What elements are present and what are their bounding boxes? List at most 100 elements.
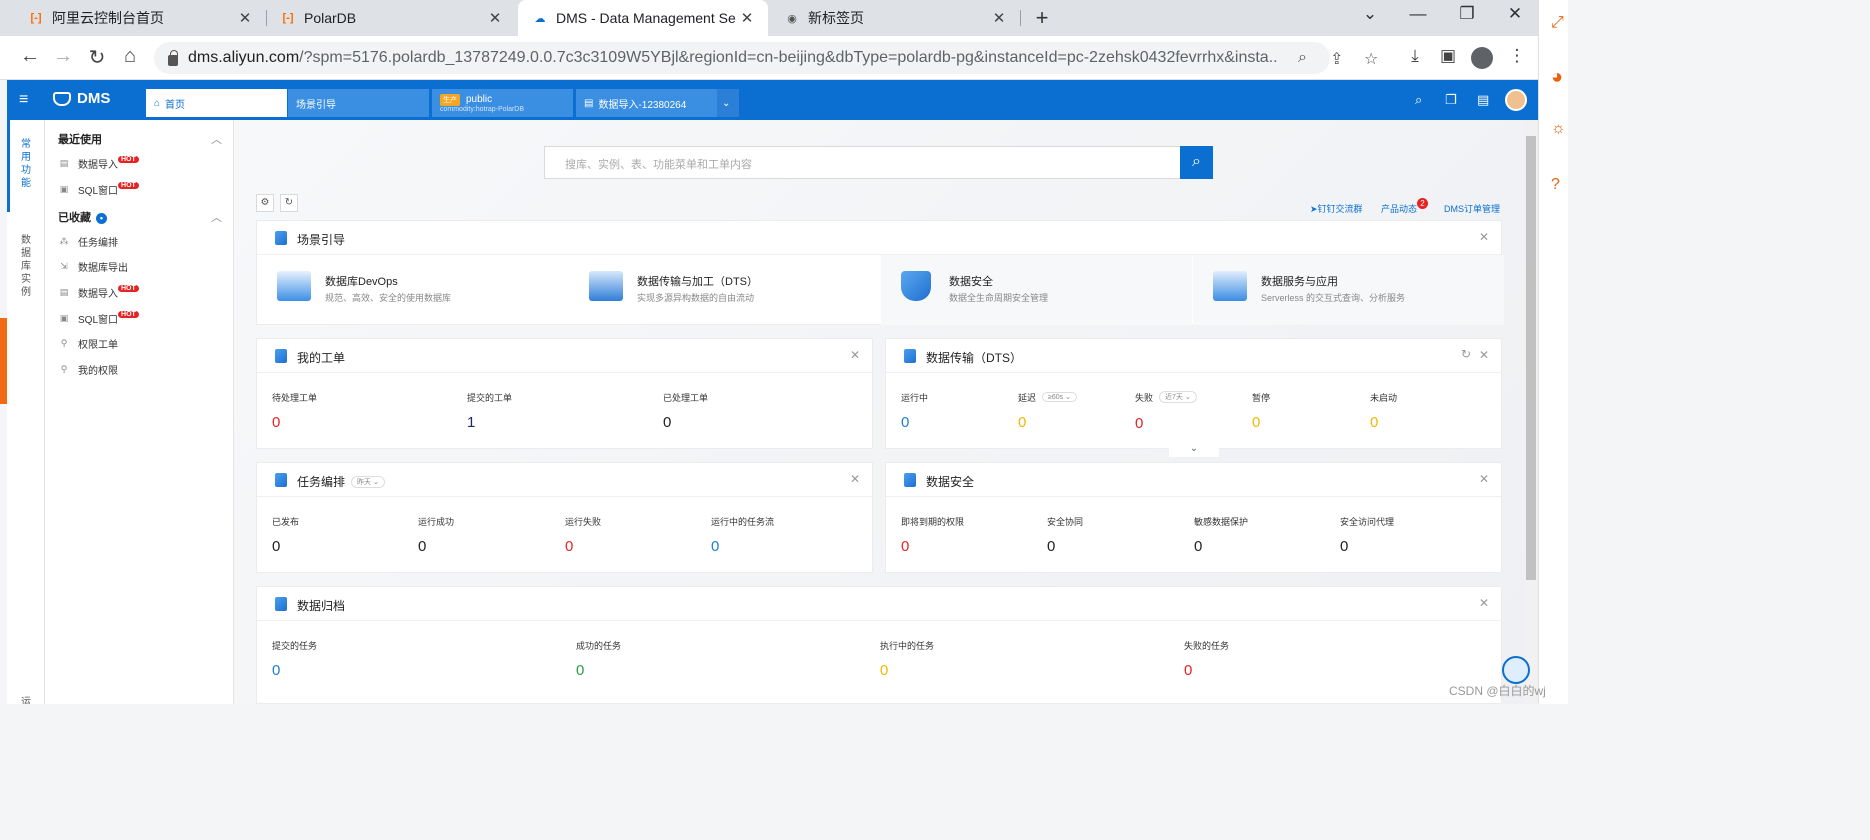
close-icon[interactable]: ✕ xyxy=(1479,596,1489,610)
stat-dts-not-started[interactable]: 未启动 0 xyxy=(1370,391,1397,431)
bookmark-star-icon[interactable]: ☆ xyxy=(1364,49,1378,69)
dms-orders-link[interactable]: DMS订单管理 xyxy=(1444,202,1500,215)
stat-running-tasks[interactable]: 执行中的任务 0 xyxy=(880,639,934,679)
stat-secure-proxy[interactable]: 安全访问代理 0 xyxy=(1340,515,1394,555)
refresh-icon[interactable]: ↻ xyxy=(1461,347,1471,361)
chevron-up-icon[interactable]: ︿ xyxy=(211,131,222,147)
stat-expiring-permissions[interactable]: 即将到期的权限 0 xyxy=(901,515,964,555)
side-panel-icon[interactable]: ▣ xyxy=(1437,46,1459,66)
stat-run-success[interactable]: 运行成功 0 xyxy=(418,515,454,555)
home-icon[interactable]: ⌂ xyxy=(118,45,142,68)
close-icon[interactable]: ✕ xyxy=(850,472,860,486)
tab-scenario[interactable]: 场景引导 xyxy=(288,89,429,117)
sun-icon[interactable]: ☼ xyxy=(1551,120,1566,138)
stat-sensitive-data[interactable]: 敏感数据保护 0 xyxy=(1194,515,1248,555)
profile-icon[interactable] xyxy=(1471,47,1493,69)
product-news-link[interactable]: 产品动态2 xyxy=(1381,198,1429,215)
stat-submitted-orders[interactable]: 提交的工单 1 xyxy=(467,391,512,431)
global-search-input[interactable]: 搜库、实例、表、功能菜单和工单内容 xyxy=(544,146,1180,179)
browser-tab-aliyun[interactable]: [-] 阿里云控制台首页 ✕ xyxy=(14,0,266,36)
stat-dts-delay[interactable]: 延迟 ≥60s ⌄ 0 xyxy=(1018,391,1077,431)
window-close-icon[interactable]: ✕ xyxy=(1503,4,1527,24)
period-select[interactable]: 近7天 ⌄ xyxy=(1159,391,1197,403)
stat-published[interactable]: 已发布 0 xyxy=(272,515,299,555)
menu-item-db-export[interactable]: ⇲ 数据库导出 xyxy=(58,259,128,274)
stat-dts-running[interactable]: 运行中 0 xyxy=(901,391,928,431)
close-icon[interactable]: ✕ xyxy=(736,9,758,27)
browser-tab-newtab[interactable]: ◉ 新标签页 ✕ xyxy=(770,0,1020,36)
refresh-button[interactable]: ↻ xyxy=(280,194,298,212)
scrollbar-thumb[interactable] xyxy=(1526,136,1536,580)
dms-logo[interactable]: DMS xyxy=(53,90,110,107)
collapse-handle[interactable] xyxy=(0,318,7,404)
stat-pending-orders[interactable]: 待处理工单 0 xyxy=(272,391,317,431)
scenario-devops[interactable]: 数据库DevOps 规范、高效、安全的使用数据库 xyxy=(257,255,568,325)
menu-item-sql-window[interactable]: ▣ SQL窗口 HOT xyxy=(58,311,139,326)
stat-security-collab[interactable]: 安全协同 0 xyxy=(1047,515,1083,555)
dingding-group-link[interactable]: ➤钉钉交流群 xyxy=(1310,202,1363,215)
stat-submitted-tasks[interactable]: 提交的任务 0 xyxy=(272,639,317,679)
stat-running-flows[interactable]: 运行中的任务流 0 xyxy=(711,515,774,555)
rail-item-ops[interactable]: 运 xyxy=(21,696,31,704)
close-icon[interactable]: ✕ xyxy=(1479,348,1489,362)
rail-item-common[interactable]: 常用功能 xyxy=(21,138,31,190)
reload-icon[interactable]: ↻ xyxy=(85,45,109,70)
close-icon[interactable]: ✕ xyxy=(1479,230,1489,244)
share-icon[interactable]: ⇪ xyxy=(1330,49,1343,69)
restore-icon[interactable]: ❐ xyxy=(1455,4,1479,24)
scenario-title: 数据安全 xyxy=(949,276,993,288)
expand-icon[interactable]: ⤢ xyxy=(1551,14,1564,32)
forward-icon[interactable]: → xyxy=(51,45,75,68)
address-bar[interactable]: dms.aliyun.com/?spm=5176.polardb_1378724… xyxy=(154,42,1378,74)
tab-dropdown[interactable]: ⌄ xyxy=(717,89,739,117)
download-icon[interactable]: ⤓ xyxy=(1404,46,1426,66)
tab-home[interactable]: ⌂ 首页 xyxy=(146,89,287,117)
date-select[interactable]: 昨天 ⌄ xyxy=(351,476,385,488)
tab-public-db[interactable]: 生产 public commodity:hotrap-PolarDB xyxy=(432,89,573,117)
expand-chevron-icon[interactable]: ⌄ xyxy=(1169,443,1219,457)
rail-item-instances[interactable]: 数据库实例 xyxy=(21,234,31,299)
stat-run-failed[interactable]: 运行失败 0 xyxy=(565,515,601,555)
menu-item-data-import[interactable]: ▤ 数据导入 HOT xyxy=(58,156,139,171)
stat-processed-orders[interactable]: 已处理工单 0 xyxy=(663,391,708,431)
zoom-icon[interactable]: ⌕ xyxy=(1298,49,1307,67)
search-icon[interactable]: ⌕ xyxy=(1415,92,1422,108)
help-icon[interactable]: ? xyxy=(1551,176,1560,194)
menu-icon[interactable]: ≡ xyxy=(19,91,28,109)
menu-item-permission-ticket[interactable]: ⚲ 权限工单 xyxy=(58,336,118,351)
tab-data-import[interactable]: ▤ 数据导入-12380264 xyxy=(576,89,717,117)
chevron-up-icon[interactable]: ︿ xyxy=(211,209,222,225)
scenario-data-service[interactable]: 数据服务与应用 Serverless 的交互式查询、分析服务 xyxy=(1193,255,1504,325)
scenario-security[interactable]: 数据安全 数据全生命周期安全管理 xyxy=(881,255,1192,325)
menu-item-data-import[interactable]: ▤ 数据导入 HOT xyxy=(58,285,139,300)
browser-tab-dms[interactable]: ☁ DMS - Data Management Ser ✕ xyxy=(518,0,768,36)
stat-successful-tasks[interactable]: 成功的任务 0 xyxy=(576,639,621,679)
user-avatar[interactable] xyxy=(1505,89,1527,111)
more-menu-icon[interactable]: ⋮ xyxy=(1506,46,1528,66)
settings-button[interactable]: ⚙ xyxy=(256,194,274,212)
delay-select[interactable]: ≥60s ⌄ xyxy=(1042,392,1077,402)
stat-dts-failed[interactable]: 失败 近7天 ⌄ 0 xyxy=(1135,391,1197,432)
tab-search-icon[interactable]: ⌄ xyxy=(1358,4,1382,24)
menu-item-sql-window[interactable]: ▣ SQL窗口 HOT xyxy=(58,182,139,197)
close-icon[interactable]: ✕ xyxy=(484,9,506,27)
close-icon[interactable]: ✕ xyxy=(850,348,860,362)
minimize-icon[interactable]: — xyxy=(1406,4,1430,24)
menu-item-task-orchestration[interactable]: ⁂ 任务编排 xyxy=(58,234,119,249)
menu-item-my-permissions[interactable]: ⚲ 我的权限 xyxy=(58,362,118,377)
new-tab-button[interactable]: + xyxy=(1030,5,1054,31)
support-robot-icon[interactable] xyxy=(1502,656,1530,684)
stat-failed-tasks[interactable]: 失败的任务 0 xyxy=(1184,639,1229,679)
close-icon[interactable]: ✕ xyxy=(988,9,1010,27)
close-icon[interactable]: ✕ xyxy=(234,9,256,27)
back-icon[interactable]: ← xyxy=(18,45,42,68)
browser-tab-polardb[interactable]: [-] PolarDB ✕ xyxy=(266,0,516,36)
orders-icon xyxy=(275,349,287,363)
search-button[interactable]: ⌕ xyxy=(1180,146,1213,179)
ticket-icon[interactable]: ▤ xyxy=(1477,92,1489,108)
close-icon[interactable]: ✕ xyxy=(1479,472,1489,486)
copy-icon[interactable]: ❐ xyxy=(1445,92,1457,108)
extension-icon[interactable]: ◕ xyxy=(1551,66,1563,89)
scenario-dts[interactable]: 数据传输与加工（DTS） 实现多源异构数据的自由流动 xyxy=(569,255,880,325)
stat-dts-paused[interactable]: 暂停 0 xyxy=(1252,391,1270,431)
